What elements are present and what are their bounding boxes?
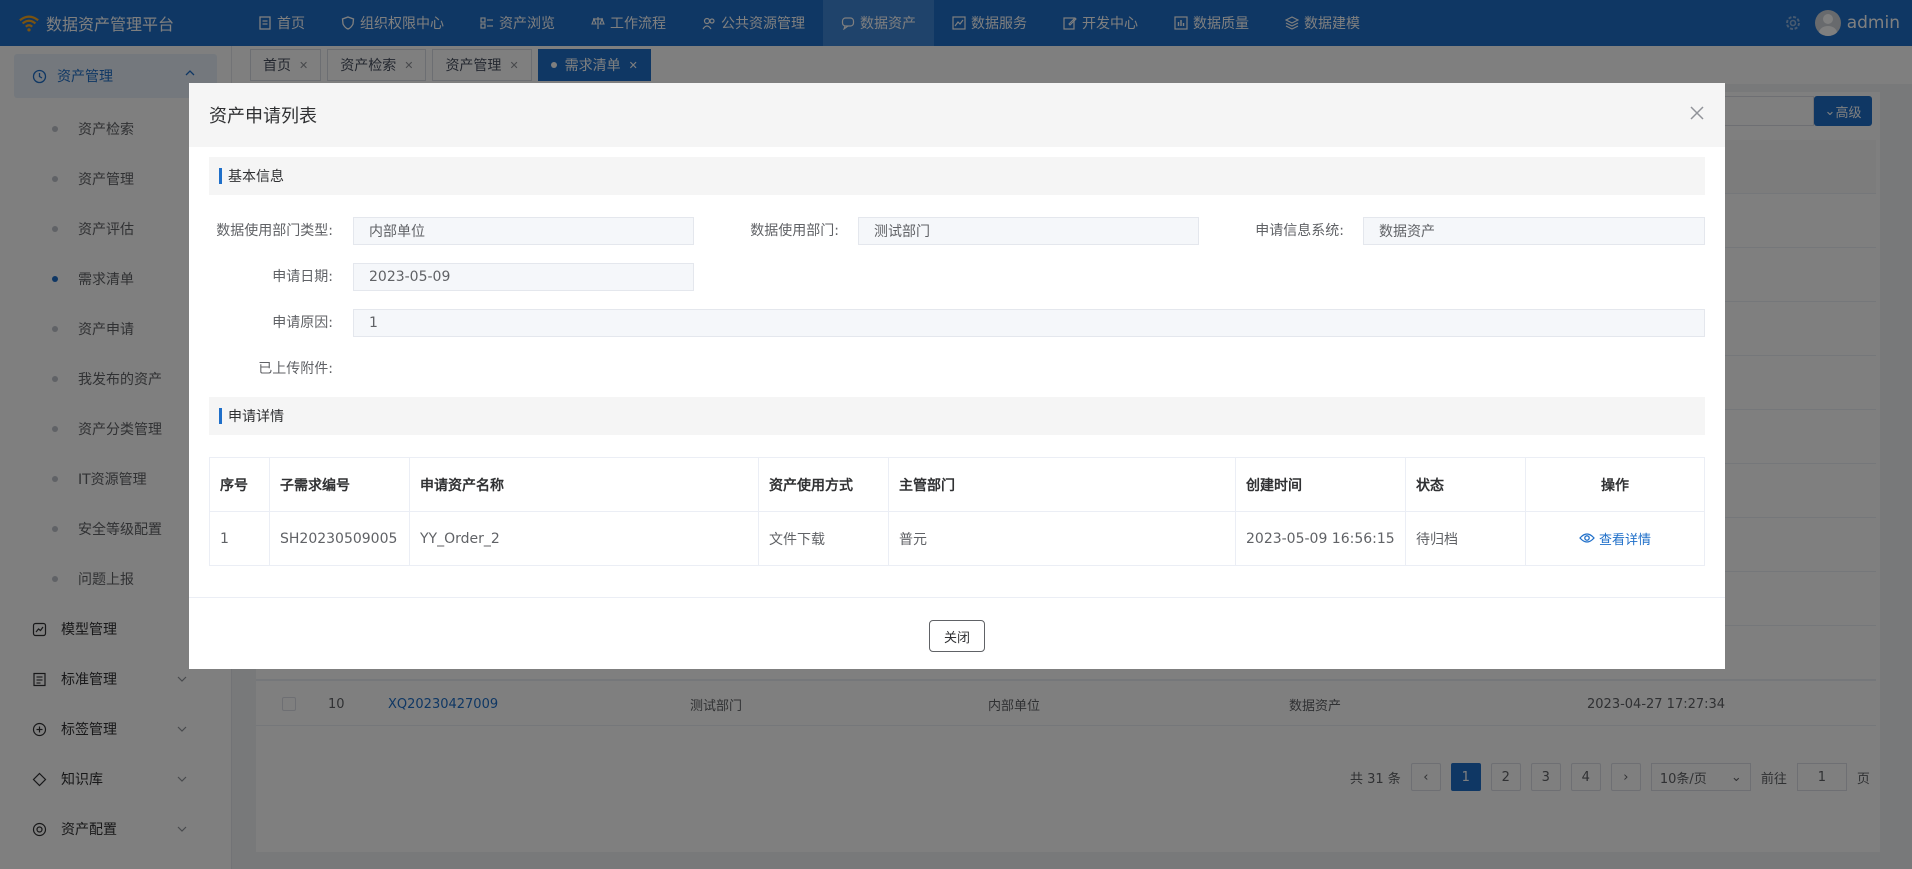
dialog-header: 资产申请列表	[189, 83, 1725, 147]
column-header: 状态	[1405, 457, 1526, 512]
apply-date-field: 2023-05-09	[353, 263, 694, 291]
dept-label: 数据使用部门:	[750, 223, 839, 239]
action-cell: 查看详情	[1525, 511, 1705, 566]
system-field: 数据资产	[1363, 217, 1705, 245]
created-time: 2023-05-09 16:56:15	[1235, 511, 1406, 566]
column-header: 子需求编号	[269, 457, 410, 512]
section-basic-info: 基本信息	[209, 157, 1705, 195]
column-header: 序号	[209, 457, 270, 512]
close-icon[interactable]	[1689, 105, 1705, 121]
table-header-row: 序号 子需求编号 申请资产名称 资产使用方式 主管部门 创建时间 状态 操作	[209, 457, 1705, 512]
section-apply-detail: 申请详情	[209, 397, 1705, 435]
table-row: 1 SH20230509005 YY_Order_2 文件下载 普元 2023-…	[209, 511, 1705, 566]
column-header: 申请资产名称	[409, 457, 759, 512]
dept-field: 测试部门	[858, 217, 1199, 245]
row-index: 1	[209, 511, 270, 566]
dept-type-label: 数据使用部门类型:	[216, 223, 333, 239]
apply-reason-label: 申请原因:	[272, 315, 333, 331]
dialog-footer: 关闭	[189, 597, 1725, 669]
usage-method: 文件下载	[758, 511, 889, 566]
dialog-title: 资产申请列表	[209, 106, 317, 127]
eye-icon	[1579, 533, 1595, 543]
apply-detail-table: 序号 子需求编号 申请资产名称 资产使用方式 主管部门 创建时间 状态 操作 1…	[209, 457, 1705, 566]
status-text: 待归档	[1405, 511, 1526, 566]
system-label: 申请信息系统:	[1255, 223, 1344, 239]
dept-type-field: 内部单位	[353, 217, 694, 245]
section-title: 基本信息	[228, 169, 284, 185]
section-title: 申请详情	[228, 409, 284, 425]
apply-date-label: 申请日期:	[272, 269, 333, 285]
attachment-label: 已上传附件:	[258, 361, 333, 377]
sub-requirement-code: SH20230509005	[269, 511, 410, 566]
view-detail-label: 查看详情	[1598, 532, 1651, 548]
column-header: 主管部门	[888, 457, 1236, 512]
asset-name: YY_Order_2	[409, 511, 759, 566]
owner-dept: 普元	[888, 511, 1236, 566]
column-header: 资产使用方式	[758, 457, 889, 512]
apply-reason-field: 1	[353, 309, 1705, 337]
asset-application-dialog: 资产申请列表 基本信息 数据使用部门类型: 内部单位 数据使用部门: 测试部门 …	[189, 83, 1725, 669]
view-detail-link[interactable]: 查看详情	[1579, 529, 1651, 548]
close-button[interactable]: 关闭	[929, 620, 985, 652]
column-header: 操作	[1525, 457, 1705, 512]
column-header: 创建时间	[1235, 457, 1406, 512]
